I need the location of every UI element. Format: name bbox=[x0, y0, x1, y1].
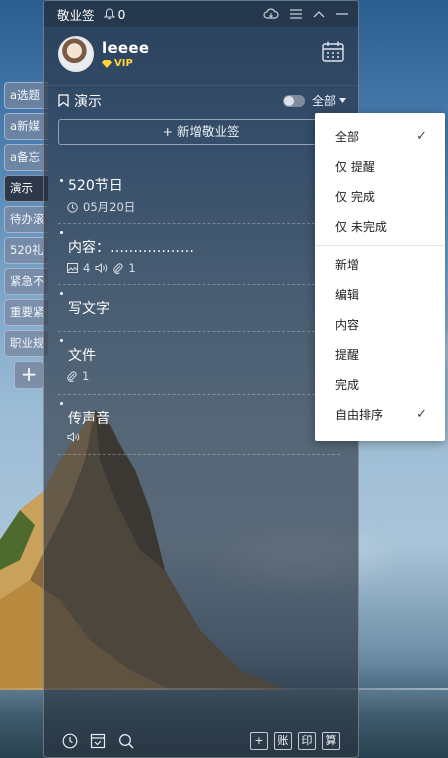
menu-item-incomplete-only[interactable]: 仅 未完成 bbox=[315, 212, 445, 242]
paperclip-icon bbox=[113, 262, 123, 274]
note-meta bbox=[58, 432, 340, 442]
bottom-toolbar: + 账 印 算 bbox=[44, 725, 358, 757]
tab-category-2[interactable]: a新媒 bbox=[4, 113, 48, 140]
check-icon: ✓ bbox=[416, 407, 427, 422]
audio-icon bbox=[95, 263, 108, 273]
tab-category-5[interactable]: 待办滚 bbox=[4, 206, 48, 233]
filter-label: 全部 bbox=[311, 94, 336, 108]
minimize-icon[interactable] bbox=[336, 12, 348, 16]
note-title: 传声音 bbox=[58, 395, 340, 428]
completed-icon[interactable] bbox=[90, 733, 106, 749]
note-title: 内容：……………… bbox=[58, 224, 340, 257]
diamond-icon bbox=[102, 59, 112, 68]
menu-item-sort-edited[interactable]: 编辑 bbox=[315, 280, 445, 310]
title-bar[interactable]: 敬业签 0 bbox=[44, 1, 358, 27]
tab-category-9[interactable]: 职业规 bbox=[4, 330, 48, 357]
note-meta: 4 1 bbox=[58, 261, 340, 275]
username: leeee bbox=[102, 39, 150, 57]
app-title: 敬业签 bbox=[57, 7, 95, 23]
menu-item-label: 全部 bbox=[335, 130, 360, 144]
check-icon: ✓ bbox=[416, 129, 427, 144]
bell-icon bbox=[103, 8, 115, 20]
image-count: 4 bbox=[83, 261, 91, 275]
collapse-icon[interactable] bbox=[313, 10, 325, 18]
image-icon bbox=[67, 263, 78, 273]
list-header: 演示 全部 bbox=[44, 85, 358, 115]
tab-category-1[interactable]: a选题 bbox=[4, 82, 48, 109]
tab-category-7[interactable]: 紧急不 bbox=[4, 268, 48, 295]
menu-item-label: 仅 提醒 bbox=[335, 160, 375, 174]
cloud-sync-icon[interactable] bbox=[263, 8, 279, 20]
menu-item-all[interactable]: 全部 ✓ bbox=[315, 122, 445, 152]
note-title: 文件 bbox=[58, 332, 340, 365]
note-meta: 1 bbox=[58, 369, 340, 383]
menu-item-label: 新增 bbox=[335, 258, 360, 272]
menu-item-sort-free[interactable]: 自由排序 ✓ bbox=[315, 400, 445, 430]
tab-category-6[interactable]: 520礼 bbox=[4, 237, 48, 264]
calculator-button[interactable]: 算 bbox=[322, 732, 340, 750]
notification-count: 0 bbox=[117, 6, 126, 22]
menu-item-sort-created[interactable]: 新增 bbox=[315, 250, 445, 280]
tab-category-8[interactable]: 重要紧 bbox=[4, 299, 48, 326]
menu-item-label: 编辑 bbox=[335, 288, 360, 302]
add-category-button[interactable]: + bbox=[14, 361, 44, 389]
history-icon[interactable] bbox=[62, 733, 78, 749]
attachment-count: 1 bbox=[128, 261, 136, 275]
menu-item-sort-completed[interactable]: 完成 bbox=[315, 370, 445, 400]
tab-category-3[interactable]: a备忘 bbox=[4, 144, 48, 171]
menu-item-sort-content[interactable]: 内容 bbox=[315, 310, 445, 340]
clock-icon bbox=[67, 201, 78, 213]
tab-category-demo[interactable]: 演示 bbox=[4, 175, 48, 202]
category-tabs: a选题 a新媒 a备忘 演示 待办滚 520礼 紧急不 重要紧 职业规 + bbox=[4, 82, 48, 389]
paperclip-icon bbox=[67, 370, 77, 382]
print-button[interactable]: 印 bbox=[298, 732, 316, 750]
note-item[interactable]: 传声音 bbox=[58, 395, 340, 455]
menu-item-reminder-only[interactable]: 仅 提醒 bbox=[315, 152, 445, 182]
audio-icon bbox=[67, 432, 80, 442]
note-meta: 05月20日 bbox=[58, 199, 340, 215]
note-title: 520节日 bbox=[58, 172, 340, 195]
note-item[interactable]: 文件 1 bbox=[58, 332, 340, 395]
vip-label: VIP bbox=[114, 58, 133, 69]
caret-down-icon bbox=[339, 98, 346, 103]
note-item[interactable]: 内容：……………… 4 1 bbox=[58, 224, 340, 285]
menu-item-label: 仅 未完成 bbox=[335, 220, 387, 234]
notification-button[interactable]: 0 bbox=[103, 6, 126, 22]
ledger-button[interactable]: 账 bbox=[274, 732, 292, 750]
note-title: 写文字 bbox=[58, 285, 340, 318]
bookmark-icon bbox=[58, 94, 69, 107]
add-note-small-button[interactable]: + bbox=[250, 732, 268, 750]
vip-badge[interactable]: VIP bbox=[102, 58, 149, 69]
menu-item-sort-reminder[interactable]: 提醒 bbox=[315, 340, 445, 370]
filter-sort-menu: 全部 ✓ 仅 提醒 仅 完成 仅 未完成 新增 编辑 内容 提醒 完成 自由排序 ✓ bbox=[315, 113, 445, 441]
list-title: 演示 bbox=[74, 93, 102, 110]
filter-dropdown[interactable]: 全部 bbox=[312, 92, 346, 109]
menu-item-label: 仅 完成 bbox=[335, 190, 375, 204]
user-header: leeee VIP bbox=[44, 27, 358, 81]
note-item[interactable]: 写文字 bbox=[58, 285, 340, 332]
menu-item-label: 内容 bbox=[335, 318, 360, 332]
avatar[interactable] bbox=[58, 36, 94, 72]
menu-icon[interactable] bbox=[290, 9, 302, 19]
remaining-label: 剩余 bbox=[44, 156, 358, 172]
attachment-count: 1 bbox=[82, 369, 90, 383]
reminder-date: 05月20日 bbox=[83, 200, 136, 214]
view-toggle[interactable] bbox=[282, 94, 305, 107]
menu-item-label: 自由排序 bbox=[335, 408, 384, 422]
note-item[interactable]: 520节日 05月20日 bbox=[58, 172, 340, 224]
search-icon[interactable] bbox=[118, 733, 134, 749]
menu-item-label: 完成 bbox=[335, 378, 360, 392]
calendar-icon[interactable] bbox=[322, 41, 344, 62]
menu-item-completed-only[interactable]: 仅 完成 bbox=[315, 182, 445, 212]
menu-item-label: 提醒 bbox=[335, 348, 360, 362]
add-note-button[interactable]: + 新增敬业签 bbox=[58, 119, 344, 145]
notes-panel: 敬业签 0 leeee VIP 演示 全部 + 新增敬业签 520节日 05月2… bbox=[43, 0, 359, 758]
menu-divider bbox=[315, 245, 445, 246]
